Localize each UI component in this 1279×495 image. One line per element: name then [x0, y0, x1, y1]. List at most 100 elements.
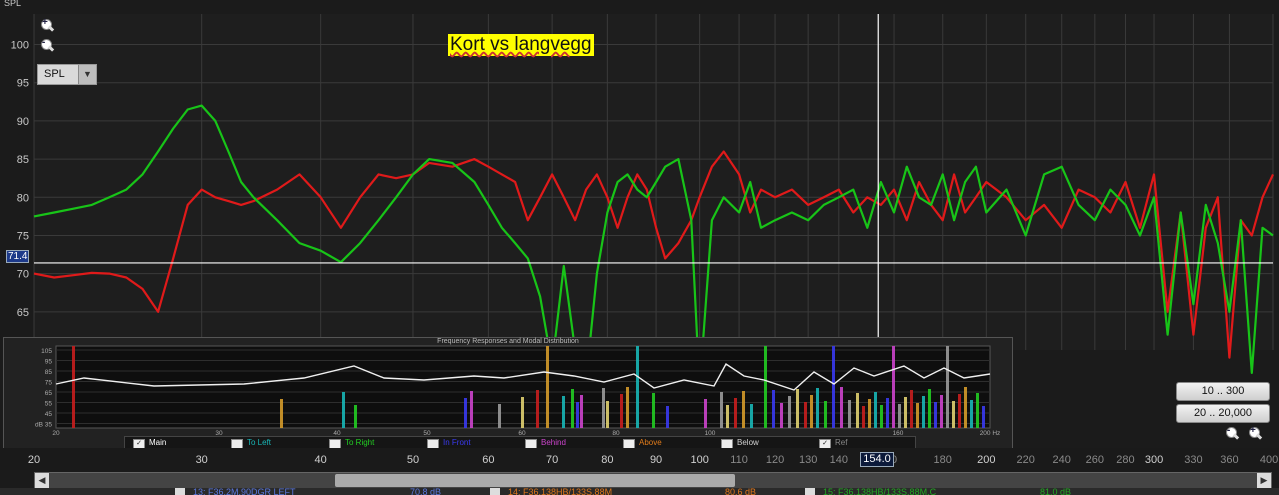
- modal-bar: [772, 390, 775, 428]
- measurement-checkbox[interactable]: [175, 488, 185, 495]
- inset-y-tick: 55: [45, 401, 53, 408]
- cursor-frequency-readout[interactable]: 154.0: [860, 452, 894, 467]
- legend-label: To Right: [345, 438, 375, 447]
- scroll-thumb[interactable]: [335, 474, 735, 487]
- modal-bar: [521, 397, 524, 428]
- x-tick-label: 220: [1016, 454, 1035, 466]
- legend-label: Below: [737, 438, 759, 447]
- legend-label: In Front: [443, 438, 471, 447]
- modal-bar: [580, 395, 583, 428]
- range-10-300-button[interactable]: 10 .. 300: [1176, 382, 1270, 401]
- x-tick-label: 360: [1220, 454, 1239, 466]
- x-tick-label: 120: [765, 454, 785, 466]
- modal-bar: [606, 401, 609, 428]
- modal-bar: [342, 392, 345, 428]
- legend-label: Above: [639, 438, 662, 447]
- modal-bar: [750, 404, 753, 428]
- x-tick-label: 40: [314, 454, 327, 466]
- legend-label: Behind: [541, 438, 566, 447]
- modal-bar: [946, 346, 949, 428]
- modal-bar: [620, 394, 623, 428]
- plot-area: [34, 14, 1273, 350]
- modal-bar: [470, 391, 473, 428]
- scroll-left-icon[interactable]: ◀: [35, 473, 49, 488]
- x-tick-label: 100: [690, 454, 709, 466]
- modal-bar: [934, 402, 937, 428]
- inset-x-tick: 200 Hz: [980, 430, 1001, 436]
- inset-y-tick: 45: [45, 411, 53, 418]
- measurement-checkbox[interactable]: [490, 488, 500, 495]
- x-zoom-out-icon[interactable]: -: [1224, 425, 1240, 442]
- inset-y-tick: 65: [45, 390, 53, 397]
- modal-bar: [742, 391, 745, 428]
- x-tick-label: 260: [1085, 454, 1105, 466]
- x-tick-label: 280: [1116, 454, 1135, 466]
- modal-bar: [764, 346, 767, 428]
- y-tick-label: 65: [17, 307, 29, 319]
- modal-bar: [546, 346, 549, 428]
- modal-bar: [780, 403, 783, 428]
- y-tick-label: 70: [17, 269, 29, 281]
- chart-title-note[interactable]: Kort vs langvegg: [448, 34, 594, 56]
- x-tick-label: 80: [601, 454, 614, 466]
- modal-bar: [734, 398, 737, 428]
- inset-y-tick: 105: [41, 348, 52, 355]
- inset-y-tick: 85: [45, 369, 53, 376]
- modal-bar: [958, 394, 961, 428]
- legend-label: Main: [149, 438, 167, 447]
- modal-bar: [498, 404, 501, 428]
- x-tick-label: 110: [730, 454, 748, 466]
- measurement-level: 80.6 dB: [725, 488, 757, 495]
- measurement-checkbox[interactable]: [805, 488, 815, 495]
- modal-bar: [576, 402, 579, 428]
- modal-bar: [810, 395, 813, 428]
- x-tick-label: 400H: [1259, 454, 1279, 466]
- modal-bar: [72, 346, 75, 428]
- chevron-down-icon[interactable]: ▼: [78, 65, 96, 84]
- modal-bar: [536, 390, 539, 428]
- x-tick-label: 30: [195, 454, 208, 466]
- zoom-in-icon[interactable]: +: [39, 17, 55, 34]
- x-zoom-in-icon[interactable]: +: [1247, 425, 1263, 442]
- measurement-level: 81.0 dB: [1040, 488, 1072, 495]
- modal-bar: [886, 398, 889, 428]
- range-20-20000-button[interactable]: 20 .. 20,000: [1176, 404, 1270, 423]
- modal-bar: [976, 393, 979, 428]
- modal-bar: [970, 400, 973, 428]
- modal-bar: [824, 401, 827, 428]
- x-tick-label: 180: [933, 454, 952, 466]
- inset-y-tick: 95: [45, 359, 53, 366]
- modal-bar: [848, 400, 851, 428]
- modal-bar: [982, 406, 985, 428]
- modal-bar: [666, 406, 669, 428]
- modal-bar: [952, 401, 955, 428]
- modal-bar: [726, 405, 729, 428]
- x-tick-label: 240: [1052, 454, 1071, 466]
- modal-bar: [880, 405, 883, 428]
- modal-bar: [904, 397, 907, 428]
- scroll-right-icon[interactable]: ▶: [1257, 473, 1271, 488]
- modal-bar: [910, 390, 913, 428]
- y-tick-label: 90: [17, 116, 29, 128]
- modal-bar: [602, 388, 605, 428]
- measurement-name: 14: F36.138HB/133S.88M: [508, 488, 613, 495]
- rew-spl-window: 100 95 90 85 80 75 70 65 SPL Kort vs langvegg +…: [0, 0, 1279, 495]
- modal-bar: [940, 395, 943, 428]
- measurement-name: 13: F36.2M.90DGR LEFT: [193, 488, 296, 495]
- measurement-level: 70.8 dB: [410, 488, 442, 495]
- x-tick-label: 140: [829, 454, 848, 466]
- modal-bar: [464, 398, 467, 428]
- modal-bar: [816, 388, 819, 428]
- measurement-name: 15: F36.138HB/133S.88M.C: [823, 488, 937, 495]
- inset-y-tick: 75: [45, 380, 53, 387]
- modal-bar: [720, 392, 723, 428]
- x-tick-label: 300: [1144, 454, 1164, 466]
- zoom-out-icon[interactable]: -: [39, 37, 55, 54]
- x-tick-label: 70: [546, 454, 559, 466]
- graph-mode-value: SPL: [44, 68, 65, 80]
- horizontal-scrollbar[interactable]: ◀ ▶: [34, 472, 1272, 489]
- modal-bar: [804, 402, 807, 428]
- legend-label: Ref: [835, 438, 848, 447]
- cursor-level-label: 71.4: [6, 250, 30, 263]
- graph-mode-select[interactable]: SPL ▼: [37, 64, 97, 85]
